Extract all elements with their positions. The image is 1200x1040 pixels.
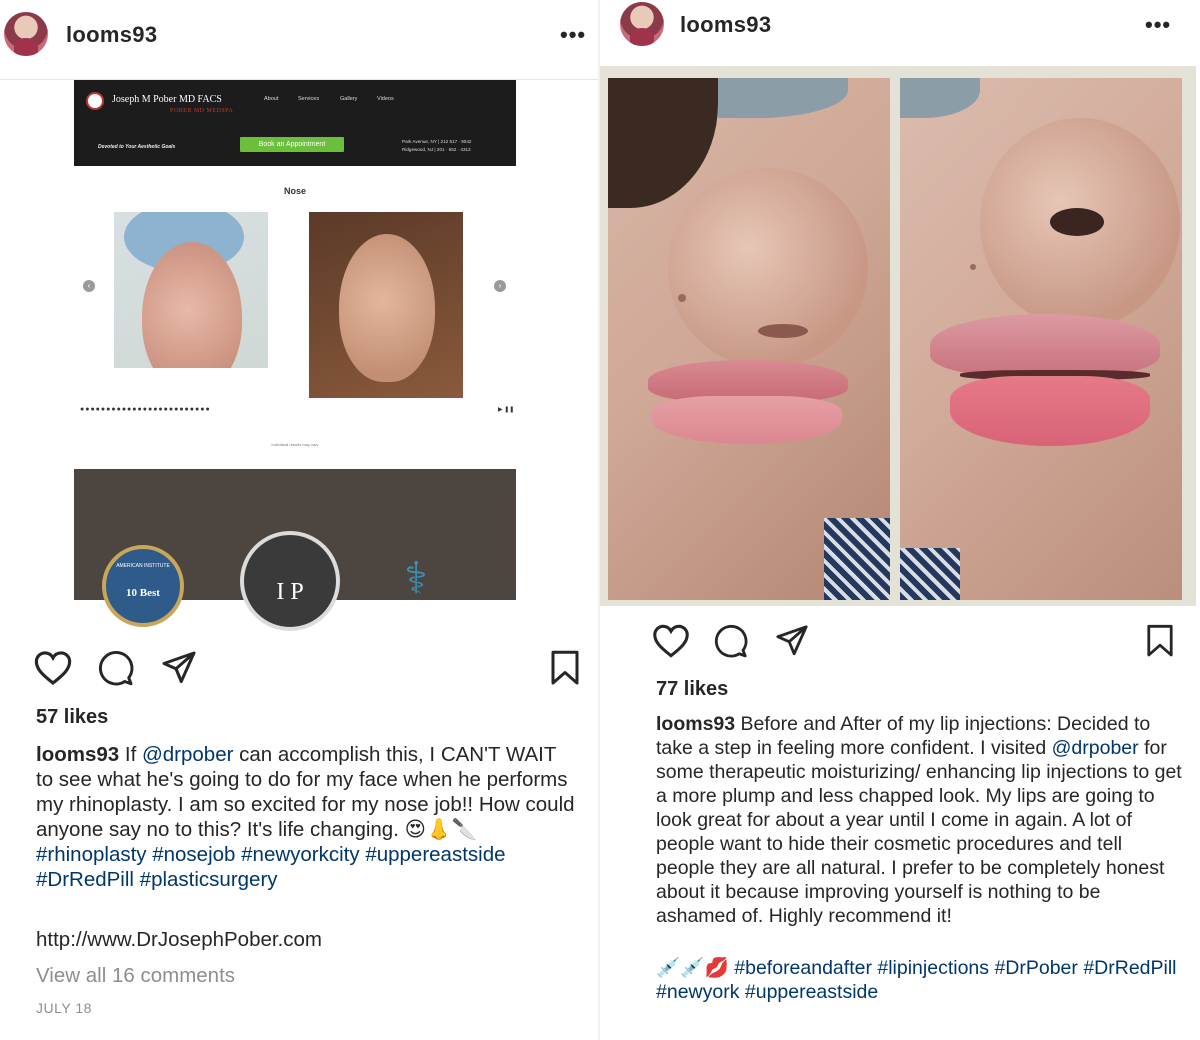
shirt-pattern: [824, 518, 890, 600]
comment-icon[interactable]: [98, 650, 134, 686]
caption-text-1: If: [119, 743, 142, 766]
website-nav-bar: Joseph M Pober MD FACS POBER MD MEDSPA A…: [74, 80, 516, 166]
view-comments-link[interactable]: View all 16 comments: [36, 964, 235, 988]
collar-before: [114, 368, 268, 398]
comment-icon[interactable]: [714, 624, 748, 658]
post-date: JULY 18: [36, 1000, 92, 1016]
mole: [970, 264, 976, 270]
carousel-dots: ●●●●●●●●●●●●●●●●●●●●●●●●●: [80, 406, 211, 413]
hair: [608, 78, 718, 208]
website-menu-services: Services: [298, 96, 320, 102]
post-header: looms93 •••: [0, 0, 598, 70]
nostril: [1050, 208, 1104, 236]
hashtags[interactable]: #beforeandafter #lipinjections #DrPober …: [656, 957, 1177, 1003]
eye: [900, 78, 980, 118]
share-icon[interactable]: [774, 624, 810, 658]
more-options-icon[interactable]: •••: [1145, 12, 1171, 38]
emoji-group: 💉💉💋: [656, 957, 735, 979]
website-logo-icon: [86, 92, 104, 110]
username[interactable]: looms93: [66, 22, 157, 48]
website-logo-subtitle: POBER MD MEDSPA: [170, 108, 234, 114]
website-contact-nj: Ridgewood, NJ | 201 · 652 · 4313: [402, 147, 471, 152]
website-contact-ny: Park Avenue, NY | 212 517 · 9042: [402, 139, 472, 144]
after-photo: [309, 212, 463, 398]
website-logo-text: Joseph M Pober MD FACS: [112, 94, 222, 105]
post-image-website-screenshot: Joseph M Pober MD FACS POBER MD MEDSPA A…: [74, 80, 516, 631]
username[interactable]: looms93: [680, 12, 771, 38]
website-menu-about: About: [264, 96, 279, 102]
before-lips-photo: [608, 78, 890, 600]
mole: [678, 294, 686, 302]
mention-link[interactable]: @drpober: [142, 743, 233, 766]
website-footer: 10 Best AMERICAN INSTITUTE I P ⚕: [74, 469, 516, 631]
caption-text-2: for some therapeutic moisturizing/ enhan…: [656, 737, 1182, 927]
website-book-button: Book an Appointment: [240, 137, 344, 152]
lower-lip: [652, 396, 842, 444]
website-menu-videos: Videos: [377, 96, 394, 102]
after-lips-photo: [900, 78, 1182, 600]
badge-arc-text: AMERICAN INSTITUTE: [116, 563, 170, 569]
hashtags[interactable]: #rhinoplasty #nosejob #newyorkcity #uppe…: [36, 843, 506, 891]
bookmark-icon[interactable]: [1146, 624, 1174, 658]
post-image-lips: [600, 66, 1196, 606]
share-icon[interactable]: [160, 650, 198, 686]
upper-lip: [930, 314, 1160, 376]
badge-10-best: 10 Best: [126, 587, 160, 599]
chevron-left-icon: ‹: [83, 280, 95, 292]
american-institute-badge: [102, 545, 184, 627]
face-after: [339, 234, 435, 382]
caduceus-icon: ⚕: [404, 554, 428, 603]
mention-link[interactable]: @drpober: [1052, 737, 1139, 759]
likes-count[interactable]: 57 likes: [36, 706, 108, 729]
lower-lip: [950, 376, 1150, 446]
post-left: looms93 ••• Joseph M Pober MD FACS POBER…: [0, 0, 598, 1040]
website-url[interactable]: http://www.DrJosephPober.com: [36, 928, 322, 952]
caption-username[interactable]: looms93: [36, 743, 119, 766]
ip-badge-text: I P: [276, 579, 304, 605]
play-pause-icon: ▶ ❚❚: [498, 407, 515, 413]
heart-icon[interactable]: [652, 624, 690, 658]
website-contact: Park Avenue, NY | 212 517 · 9042 Ridgewo…: [402, 138, 471, 154]
post-right: looms93 ••• 77 likes looms93 Before and …: [600, 0, 1200, 1040]
website-menu-gallery: Gallery: [340, 96, 358, 102]
nostril: [758, 324, 808, 338]
caption-username[interactable]: looms93: [656, 713, 735, 735]
website-disclaimer: Individual results may vary: [271, 442, 319, 447]
heart-icon[interactable]: [34, 650, 72, 686]
avatar[interactable]: [620, 2, 664, 46]
avatar[interactable]: [4, 12, 48, 56]
chevron-right-icon: ›: [494, 280, 506, 292]
more-options-icon[interactable]: •••: [560, 22, 586, 48]
nose: [668, 168, 868, 368]
before-photo: [114, 212, 268, 398]
bookmark-icon[interactable]: [550, 650, 580, 686]
shirt-pattern: [900, 548, 960, 600]
post-header: looms93 •••: [600, 0, 1200, 70]
caption: looms93 If @drpober can accomplish this,…: [36, 742, 576, 892]
caption-hashtags: 💉💉💋 #beforeandafter #lipinjections #DrPo…: [656, 956, 1186, 1004]
likes-count[interactable]: 77 likes: [656, 678, 728, 701]
website-section-title: Nose: [283, 186, 306, 196]
website-tagline: Devoted to Your Aesthetic Goals: [98, 144, 176, 150]
eye: [718, 78, 848, 118]
caption: looms93 Before and After of my lip injec…: [656, 712, 1186, 928]
